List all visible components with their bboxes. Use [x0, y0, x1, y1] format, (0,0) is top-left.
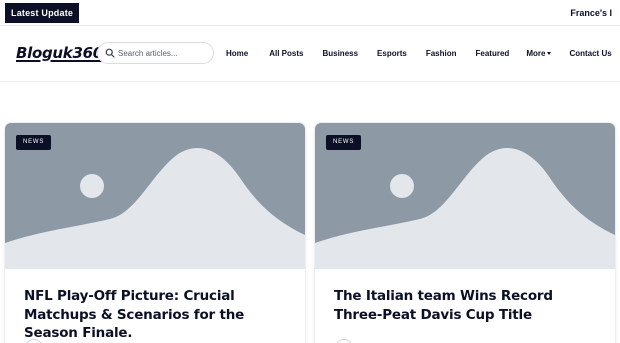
post-title[interactable]: The Italian team Wins Record Three-Peat … — [334, 287, 602, 324]
site-logo[interactable]: Bloguk360 — [16, 44, 103, 62]
post-card[interactable]: NEWS The Italian team Wins Record Three-… — [315, 123, 615, 343]
latest-update-badge: Latest Update — [5, 3, 80, 23]
post-card[interactable]: NEWS NFL Play-Off Picture: Crucial Match… — [5, 123, 305, 343]
news-ticker-text[interactable]: France's I — [570, 0, 612, 26]
nav-label: All Posts — [269, 48, 304, 58]
post-title[interactable]: NFL Play-Off Picture: Crucial Matchups &… — [24, 287, 292, 343]
nav-label: Contact Us — [569, 48, 612, 58]
search-input[interactable] — [118, 45, 210, 61]
category-badge[interactable]: NEWS — [16, 135, 52, 150]
nav-fashion[interactable]: Fashion — [426, 49, 457, 58]
main-nav: Home All Posts Business Esports Fashion … — [226, 42, 612, 64]
author-avatar[interactable] — [335, 339, 353, 343]
nav-label: More — [526, 48, 546, 58]
search-icon — [105, 48, 115, 58]
nav-label: Business — [322, 48, 359, 58]
nav-esports[interactable]: Esports — [377, 49, 407, 58]
nav-more-dropdown[interactable]: More — [526, 48, 552, 58]
nav-contact-us[interactable]: Contact Us — [569, 49, 611, 58]
nav-all-posts[interactable]: All Posts — [269, 49, 303, 58]
site-header: Bloguk360 Home All Posts Business Esport… — [0, 26, 620, 82]
top-update-bar: Latest Update France's I — [0, 0, 620, 26]
nav-label: Fashion — [425, 48, 457, 58]
nav-label: Esports — [377, 48, 407, 58]
caret-down-icon — [547, 51, 552, 55]
nav-label: Featured — [475, 48, 510, 58]
nav-business[interactable]: Business — [322, 49, 358, 58]
category-badge[interactable]: NEWS — [326, 135, 362, 150]
search-box[interactable] — [97, 42, 214, 64]
nav-home[interactable]: Home — [226, 49, 248, 58]
nav-label: Home — [226, 48, 249, 58]
nav-featured[interactable]: Featured — [476, 49, 510, 58]
